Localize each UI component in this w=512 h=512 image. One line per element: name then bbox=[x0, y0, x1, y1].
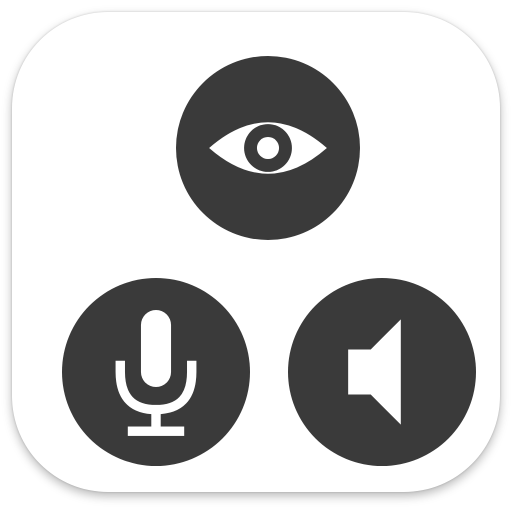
microphone-disc bbox=[62, 278, 250, 466]
speaker-disc bbox=[288, 278, 476, 466]
eye-icon bbox=[176, 56, 360, 240]
microphone-icon bbox=[62, 278, 250, 466]
app-icon-canvas bbox=[0, 0, 512, 512]
eye-disc bbox=[176, 56, 360, 240]
speaker-icon bbox=[288, 278, 476, 466]
